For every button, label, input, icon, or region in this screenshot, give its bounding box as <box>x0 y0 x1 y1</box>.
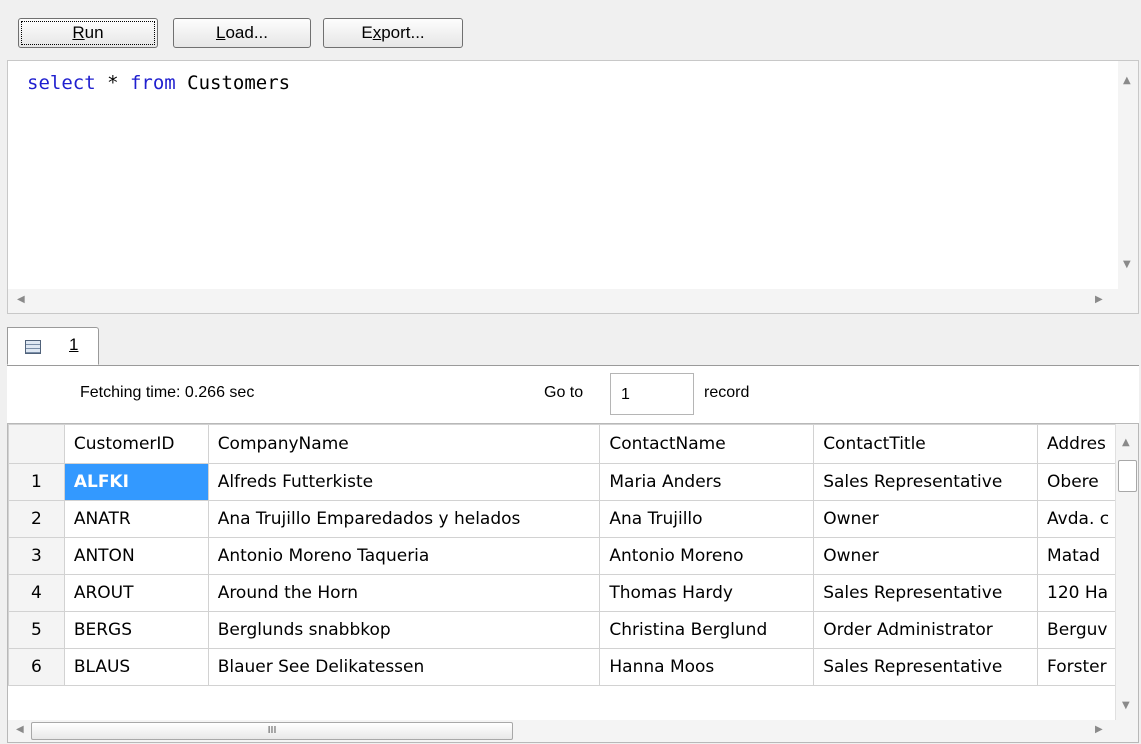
goto-label: Go to <box>544 384 584 401</box>
table-cell-selected[interactable]: ALFKI <box>63 463 209 501</box>
horizontal-scroll-thumb[interactable]: III <box>31 722 513 740</box>
table-cell[interactable]: Owner <box>813 537 1039 575</box>
table-cell[interactable]: Thomas Hardy <box>599 574 815 612</box>
table-cell[interactable]: Berglunds snabbkop <box>207 611 601 649</box>
table-cell[interactable]: Sales Representative <box>813 574 1039 612</box>
row-header[interactable]: 6 <box>8 648 65 686</box>
table-cell[interactable]: Sales Representative <box>813 463 1039 501</box>
table-row[interactable]: 5 BERGS Berglunds snabbkop Christina Ber… <box>8 611 1138 649</box>
scroll-left-arrow-icon[interactable]: ◀ <box>17 294 25 305</box>
result-tabs: 1 <box>7 323 1139 366</box>
column-header[interactable]: CompanyName <box>207 424 601 464</box>
run-button[interactable]: Run <box>18 18 158 48</box>
table-cell[interactable]: Around the Horn <box>207 574 601 612</box>
editor-horizontal-scrollbar[interactable]: ◀ ▶ <box>8 289 1138 313</box>
table-cell[interactable]: Alfreds Futterkiste <box>207 463 601 501</box>
keyword-token: from <box>129 72 176 94</box>
table-cell[interactable]: Sales Representative <box>813 648 1039 686</box>
table-cell[interactable]: Christina Berglund <box>599 611 815 649</box>
table-cell[interactable]: Antonio Moreno Taqueria <box>207 537 601 575</box>
table-cell[interactable]: Antonio Moreno <box>599 537 815 575</box>
export-button[interactable]: Export... <box>323 18 463 48</box>
scroll-up-arrow-icon[interactable]: ▲ <box>1123 75 1131 86</box>
grid-vertical-scrollbar[interactable]: ▲ ▼ <box>1115 424 1138 720</box>
results-grid: CustomerID CompanyName ContactName Conta… <box>7 423 1139 743</box>
row-header[interactable]: 2 <box>8 500 65 538</box>
table-cell[interactable]: Owner <box>813 500 1039 538</box>
tab-result-1[interactable]: 1 <box>7 327 99 365</box>
toolbar: Run Load... Export... <box>0 0 1141 60</box>
column-header[interactable]: CustomerID <box>63 424 209 464</box>
scroll-right-arrow-icon[interactable]: ▶ <box>1095 724 1103 735</box>
column-header[interactable]: ContactName <box>599 424 815 464</box>
editor-vertical-scrollbar[interactable]: ▲ ▼ <box>1118 61 1138 289</box>
table-row[interactable]: 6 BLAUS Blauer See Delikatessen Hanna Mo… <box>8 648 1138 686</box>
plain-token: Customers <box>175 72 291 94</box>
scroll-up-arrow-icon[interactable]: ▲ <box>1122 437 1130 448</box>
grid-table-icon <box>25 340 41 354</box>
row-header[interactable]: 3 <box>8 537 65 575</box>
row-header[interactable]: 5 <box>8 611 65 649</box>
table-row[interactable]: 4 AROUT Around the Horn Thomas Hardy Sal… <box>8 574 1138 612</box>
scroll-down-arrow-icon[interactable]: ▼ <box>1122 700 1130 711</box>
tab-label: 1 <box>69 335 79 354</box>
table-cell[interactable]: Ana Trujillo Emparedados y helados <box>207 500 601 538</box>
table-cell[interactable]: ANATR <box>63 500 209 538</box>
table-row[interactable]: 1 ALFKI Alfreds Futterkiste Maria Anders… <box>8 463 1138 501</box>
scroll-down-arrow-icon[interactable]: ▼ <box>1123 259 1131 270</box>
corner-cell <box>8 424 65 464</box>
scroll-right-arrow-icon[interactable]: ▶ <box>1095 294 1103 305</box>
vertical-scroll-thumb[interactable] <box>1118 460 1137 492</box>
row-header[interactable]: 1 <box>8 463 65 501</box>
grid-horizontal-scrollbar[interactable]: ◀ III ▶ <box>8 720 1138 742</box>
table-row[interactable]: 3 ANTON Antonio Moreno Taqueria Antonio … <box>8 537 1138 575</box>
table-cell[interactable]: ANTON <box>63 537 209 575</box>
table-cell[interactable]: Hanna Moos <box>599 648 815 686</box>
table-cell[interactable]: BERGS <box>63 611 209 649</box>
header-row: CustomerID CompanyName ContactName Conta… <box>8 424 1138 464</box>
table-cell[interactable]: Ana Trujillo <box>599 500 815 538</box>
keyword-token: select <box>27 72 96 94</box>
sql-editor[interactable]: select * from Customers ▲ ▼ ◀ ▶ <box>7 60 1139 314</box>
table-cell[interactable]: BLAUS <box>63 648 209 686</box>
table-cell[interactable]: Blauer See Delikatessen <box>207 648 601 686</box>
results-table: CustomerID CompanyName ContactName Conta… <box>8 424 1138 686</box>
table-cell[interactable]: AROUT <box>63 574 209 612</box>
table-cell[interactable]: Maria Anders <box>599 463 815 501</box>
load-button[interactable]: Load... <box>173 18 311 48</box>
result-info-bar: Fetching time: 0.266 sec Go to 1 record <box>7 366 1139 423</box>
goto-record-input[interactable]: 1 <box>610 373 694 415</box>
table-row[interactable]: 2 ANATR Ana Trujillo Emparedados y helad… <box>8 500 1138 538</box>
record-label: record <box>704 384 750 401</box>
table-cell[interactable]: Order Administrator <box>813 611 1039 649</box>
sql-text[interactable]: select * from Customers <box>27 72 290 94</box>
scroll-left-arrow-icon[interactable]: ◀ <box>16 724 24 735</box>
row-header[interactable]: 4 <box>8 574 65 612</box>
plain-token: * <box>95 72 130 94</box>
fetching-time-label: Fetching time: 0.266 sec <box>80 384 255 401</box>
column-header[interactable]: ContactTitle <box>813 424 1039 464</box>
